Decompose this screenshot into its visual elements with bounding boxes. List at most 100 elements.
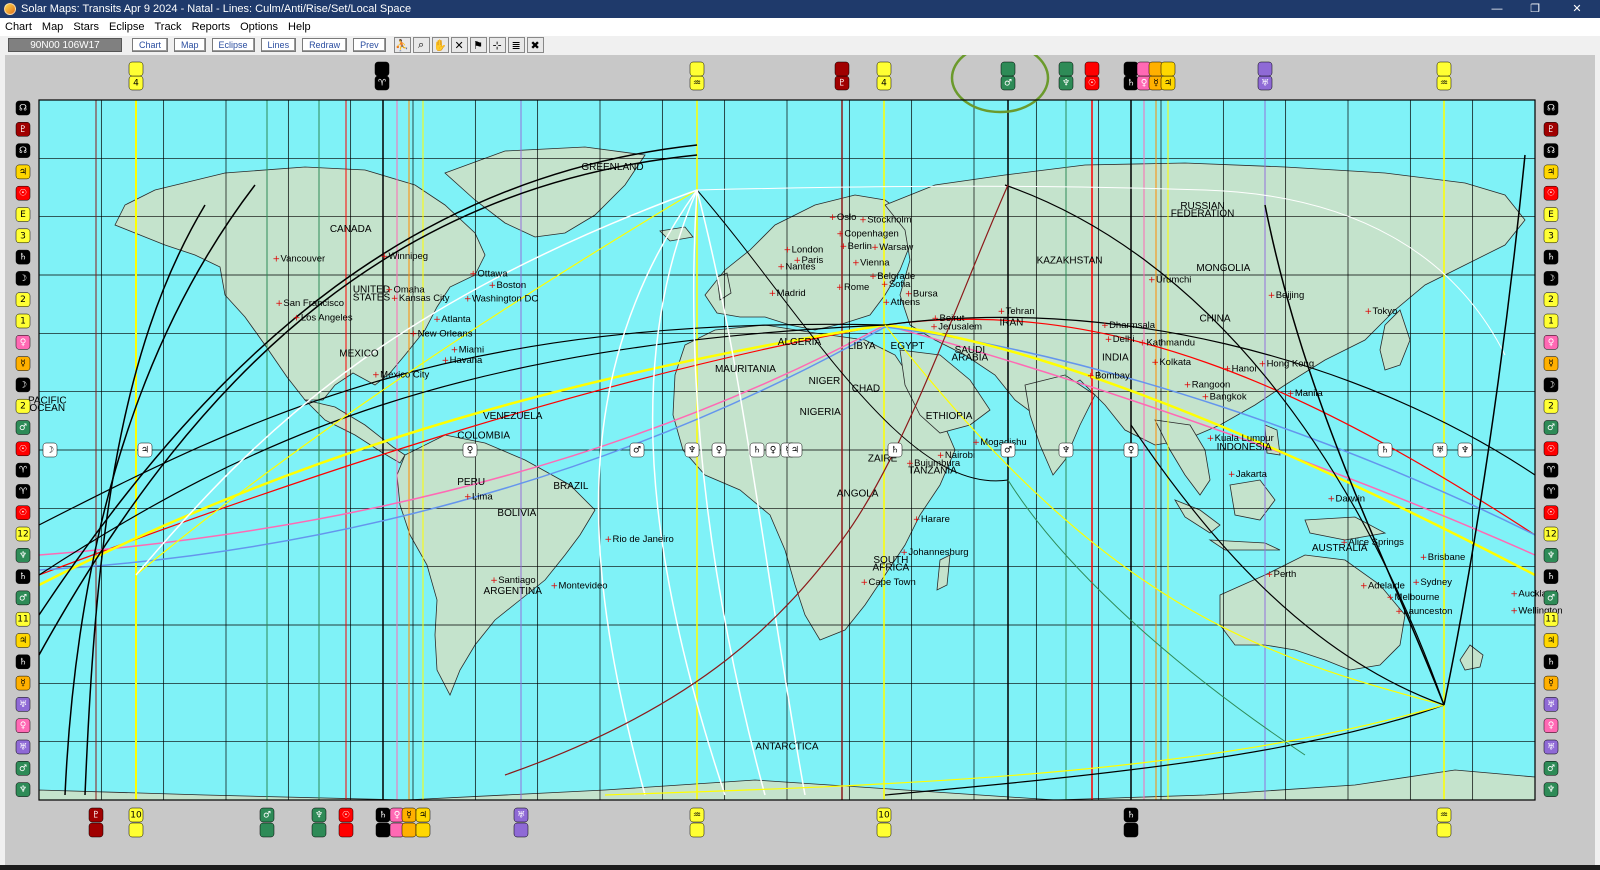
eclipse-button[interactable]: Eclipse [211, 38, 255, 52]
svg-text:♂: ♂ [1547, 764, 1555, 774]
country-label: ALGERIA [778, 337, 822, 348]
city-marker: + [913, 515, 921, 525]
right-side-label: ♃ [1543, 633, 1559, 648]
city-label: Alice Springs [1348, 537, 1404, 548]
menu-map[interactable]: Map [37, 21, 68, 33]
svg-text:♀: ♀ [1548, 721, 1555, 731]
left-side-label: ☊ [15, 100, 31, 116]
svg-text:♀: ♀ [1141, 79, 1148, 89]
svg-text:☽: ☽ [46, 446, 54, 456]
city-label: Havana [450, 355, 483, 366]
city-marker: + [451, 346, 459, 356]
city-label: Harare [921, 514, 950, 525]
top-planet-label: ♆ [1058, 75, 1074, 91]
menu-stars[interactable]: Stars [68, 21, 104, 33]
menu-chart[interactable]: Chart [0, 21, 37, 33]
svg-text:♇: ♇ [19, 125, 27, 135]
svg-text:♂: ♂ [19, 423, 27, 433]
svg-text:♆: ♆ [1547, 551, 1555, 561]
bottom-planet-marker [311, 822, 327, 838]
svg-text:♅: ♅ [1547, 700, 1555, 710]
city-marker: + [1151, 358, 1159, 368]
city-marker: + [1259, 359, 1267, 369]
right-side-label: ♂ [1543, 590, 1559, 606]
hand-icon[interactable]: ✋ [431, 37, 449, 53]
right-side-label: ☿ [1543, 356, 1559, 371]
map-frame[interactable]: GREENLAND CANADA UNITED STATES MEXICO VENEZUE… [5, 55, 1595, 865]
city-label: Jerusalem [938, 321, 982, 332]
country-label: EGYPT [891, 341, 925, 352]
select-icon[interactable]: ⊹ [488, 37, 506, 53]
minimize-button[interactable]: — [1478, 0, 1516, 18]
city-label: Tehran [1006, 306, 1035, 317]
zoom-icon[interactable]: ⌕ [412, 37, 430, 53]
top-planet-marker [128, 61, 144, 77]
svg-text:♆: ♆ [688, 446, 696, 456]
left-side-label: ♆ [15, 782, 31, 797]
svg-text:☽: ☽ [19, 274, 27, 284]
city-label: Manila [1295, 388, 1324, 399]
city-marker: + [1387, 593, 1395, 603]
right-side-label: ☊ [1543, 100, 1559, 116]
toolbar: 90N00 106W17 Chart Map Eclipse Lines Red… [0, 36, 1600, 54]
menu-options[interactable]: Options [235, 21, 283, 33]
bottom-planet-label: ♇ [88, 807, 104, 823]
country-label: NIGERIA [800, 407, 841, 418]
cross-icon[interactable]: ✖ [526, 37, 544, 53]
city-marker: + [1510, 590, 1518, 600]
left-side-label: ♂ [15, 590, 31, 606]
svg-text:♃: ♃ [1164, 79, 1172, 89]
left-side-label: ♄ [15, 249, 31, 265]
bottom-planet-label: ♒ [1436, 807, 1452, 823]
right-side-label: 1 [1543, 313, 1559, 329]
city-label: Los Angeles [301, 312, 353, 323]
right-side-label: ♄ [1543, 249, 1559, 265]
eraser-icon[interactable]: ✕ [450, 37, 468, 53]
person-icon[interactable]: ⛹ [393, 37, 411, 53]
svg-text:♀: ♀ [1128, 446, 1135, 456]
svg-text:☿: ☿ [1153, 79, 1159, 89]
world-map[interactable]: GREENLANDCANADAUNITEDSTATESMEXICOVENEZUE… [5, 55, 1595, 865]
city-marker: + [372, 371, 380, 381]
prev-button[interactable]: Prev [353, 38, 386, 52]
menu-reports[interactable]: Reports [187, 21, 236, 33]
close-button[interactable]: ✕ [1554, 0, 1600, 18]
city-label: Montevideo [558, 581, 607, 592]
city-marker: + [972, 438, 980, 448]
menu-track[interactable]: Track [149, 21, 186, 33]
svg-text:☉: ☉ [1547, 508, 1555, 518]
svg-text:♀: ♀ [394, 811, 401, 821]
city-label: Ottawa [477, 268, 508, 279]
equator-glyph: ♅ [1432, 442, 1448, 458]
lines-button[interactable]: Lines [260, 38, 297, 52]
bottom-planet-marker [876, 822, 892, 838]
top-planet-label: 4 [128, 75, 144, 91]
city-label: Hanoi [1232, 363, 1257, 374]
menu-help[interactable]: Help [283, 21, 316, 33]
city-label: Kathmandu [1146, 337, 1195, 348]
map-button[interactable]: Map [174, 38, 206, 52]
svg-text:4: 4 [133, 79, 139, 89]
svg-text:♄: ♄ [1381, 446, 1389, 456]
svg-text:3: 3 [20, 231, 26, 241]
svg-text:♀: ♀ [467, 446, 474, 456]
left-side-label: 3 [15, 228, 31, 244]
text-icon[interactable]: ≣ [507, 37, 525, 53]
redraw-button[interactable]: Redraw [302, 38, 348, 52]
app-icon [4, 3, 16, 15]
chart-button[interactable]: Chart [132, 38, 169, 52]
svg-text:♇: ♇ [92, 811, 100, 821]
right-side-label: ♈ [1543, 462, 1559, 478]
country-label: PERU [457, 477, 485, 488]
svg-text:♄: ♄ [19, 253, 27, 263]
maximize-button[interactable]: ❐ [1516, 0, 1554, 18]
city-marker: + [1340, 538, 1348, 548]
city-marker: + [433, 315, 441, 325]
right-side-label: 2 [1543, 292, 1559, 307]
flag-icon[interactable]: ⚑ [469, 37, 487, 53]
bottom-planet-marker [259, 822, 275, 838]
city-label: Copenhagen [844, 228, 898, 239]
menu-eclipse[interactable]: Eclipse [104, 21, 149, 33]
svg-text:☊: ☊ [1547, 146, 1555, 156]
svg-text:♄: ♄ [1547, 253, 1555, 263]
